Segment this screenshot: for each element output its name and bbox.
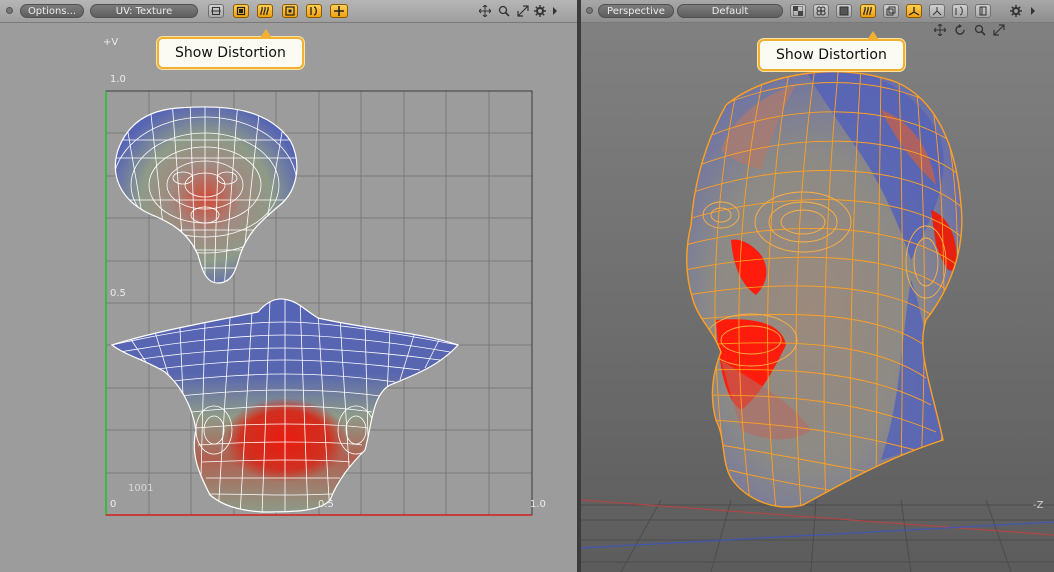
move-view-button[interactable] <box>478 4 492 18</box>
open-book-icon <box>955 6 963 16</box>
uv-pin-button[interactable] <box>306 4 322 18</box>
ground-grid <box>581 499 1054 572</box>
udim-tile-label: 1001 <box>128 483 154 494</box>
rotate-view-button[interactable] <box>953 23 967 37</box>
view-type-dropdown[interactable]: Perspective <box>598 4 674 18</box>
show-distortion-icon <box>863 6 872 16</box>
fit-icon <box>993 24 1005 36</box>
uv-cross-button[interactable] <box>330 4 348 18</box>
axis-icon <box>908 7 920 16</box>
show-distortion-icon <box>260 6 269 16</box>
origin-label: 0 <box>110 499 117 510</box>
move-view-icon <box>934 24 946 36</box>
gear-icon <box>1010 5 1022 17</box>
zoom-icon <box>498 5 510 17</box>
open-book-button[interactable] <box>952 4 968 18</box>
tooltip-pointer <box>867 31 879 40</box>
uv-box-icon <box>236 6 246 16</box>
gear-icon <box>534 5 546 17</box>
expand-arrow-icon <box>553 7 557 15</box>
sun-icon <box>932 7 942 16</box>
camera-button[interactable] <box>883 4 899 18</box>
zoom-button[interactable] <box>973 23 987 37</box>
shading-dropdown[interactable]: Default <box>677 4 783 18</box>
v-axis-label: +V <box>103 37 119 48</box>
z-axis-label: -Z <box>1033 500 1044 511</box>
book-icon <box>979 6 987 16</box>
u-axis-end-label: 1.0 <box>530 499 546 510</box>
viewport-settings-button[interactable] <box>533 4 547 18</box>
fit-view-button[interactable] <box>516 4 530 18</box>
v-axis-top-label: 1.0 <box>110 74 126 85</box>
book-button[interactable] <box>975 4 991 18</box>
grid-button[interactable] <box>813 4 829 18</box>
tooltip-text: Show Distortion <box>175 45 286 61</box>
uv-canvas[interactable] <box>0 0 577 572</box>
fit-icon <box>517 5 529 17</box>
fit-view-button[interactable] <box>992 23 1006 37</box>
tooltip-pointer <box>260 29 272 38</box>
uv-texture-dropdown[interactable]: UV: Texture <box>90 4 198 18</box>
uv-toolbar: Options... UV: Texture <box>0 0 577 23</box>
tooltip-text: Show Distortion <box>776 47 887 63</box>
uv-box-button[interactable] <box>233 4 249 18</box>
head-uv-island[interactable] <box>110 298 460 515</box>
show-distortion-tooltip: Show Distortion <box>758 31 905 71</box>
zoom-icon <box>974 24 986 36</box>
move-view-icon <box>479 5 491 17</box>
head-mesh[interactable] <box>685 60 965 510</box>
expand-button[interactable] <box>1026 4 1040 18</box>
v-axis-mid-label: 0.5 <box>110 288 126 299</box>
show-distortion-tooltip: Show Distortion <box>157 29 304 69</box>
uv-frame-icon <box>211 7 221 15</box>
checker-button[interactable] <box>790 4 806 18</box>
uv-viewport[interactable]: +V 1.0 0.5 0 0.5 1.0 1001 Options... UV:… <box>0 0 577 572</box>
axis-button[interactable] <box>906 4 922 18</box>
perspective-toolbar: Perspective Default <box>581 0 1054 23</box>
show-distortion-button-3d[interactable] <box>860 4 876 18</box>
uv-cross-icon <box>334 6 344 16</box>
uv-pin-icon <box>310 6 317 16</box>
sun-button[interactable] <box>929 4 945 18</box>
options-button[interactable]: Options... <box>20 4 84 18</box>
checker-icon <box>793 6 803 16</box>
camera-icon <box>886 6 896 16</box>
perspective-canvas[interactable] <box>581 0 1054 572</box>
box-button[interactable] <box>836 4 852 18</box>
uv-target-icon <box>285 6 295 16</box>
uv-target-button[interactable] <box>282 4 298 18</box>
move-view-button[interactable] <box>933 23 947 37</box>
box-icon <box>839 6 849 16</box>
grid-icon <box>816 6 826 16</box>
z-axis-line <box>581 521 1054 549</box>
viewport-menu-dot[interactable] <box>586 7 593 14</box>
zoom-button[interactable] <box>497 4 511 18</box>
expand-arrow-icon <box>1031 7 1035 15</box>
viewport-menu-dot[interactable] <box>6 7 13 14</box>
u-axis-mid-label: 0.5 <box>318 499 334 510</box>
perspective-viewport[interactable]: -Z Perspective Default Show Distortion <box>581 0 1054 572</box>
show-distortion-button[interactable] <box>257 4 273 18</box>
expand-button[interactable] <box>548 4 562 18</box>
uv-frame-button[interactable] <box>208 4 224 18</box>
viewport-settings-button[interactable] <box>1009 4 1023 18</box>
rotate-view-icon <box>955 24 965 35</box>
